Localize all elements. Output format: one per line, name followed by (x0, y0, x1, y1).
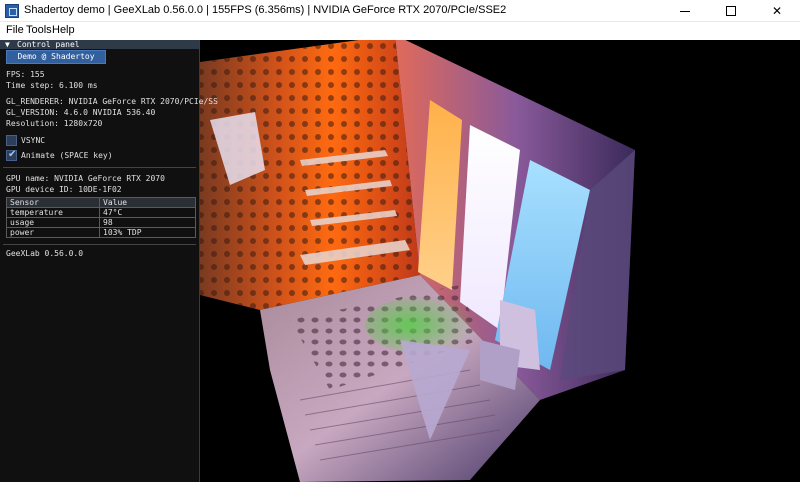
column-header-value: Value (99, 197, 196, 208)
animate-checkbox[interactable]: ✔ (6, 149, 17, 161)
minimize-icon (680, 10, 690, 12)
vsync-label: VSYNC (21, 136, 46, 145)
gpu-name-readout: GPU name: NVIDIA GeForce RTX 2070 (6, 174, 165, 183)
sensor-value: 103% TDP (99, 227, 196, 238)
fps-readout: FPS: 155 (6, 70, 45, 79)
footer-version: GeeXLab 0.56.0.0 (6, 249, 84, 258)
table-row: temperature 47°C (6, 207, 196, 218)
time-step-readout: Time step: 6.100 ms (6, 81, 98, 90)
animate-label: Animate (SPACE key) (21, 151, 113, 160)
control-panel-title: Control panel (17, 40, 80, 49)
gpu-device-id-readout: GPU device ID: 10DE-1F02 (6, 185, 122, 194)
control-panel-header[interactable]: ▼ Control panel (0, 40, 199, 49)
gl-version-readout: GL_VERSION: 4.6.0 NVIDIA 536.40 (6, 108, 156, 117)
column-header-sensor: Sensor (6, 197, 100, 208)
title-bar[interactable]: Shadertoy demo | GeeXLab 0.56.0.0 | 155F… (0, 0, 800, 22)
close-button[interactable]: ✕ (754, 0, 800, 22)
maximize-button[interactable] (708, 0, 754, 22)
sensor-name: temperature (6, 207, 100, 218)
control-panel: ▼ Control panel Demo @ Shadertoy FPS: 15… (0, 40, 218, 482)
gl-renderer-readout: GL_RENDERER: NVIDIA GeForce RTX 2070/PCI… (6, 97, 218, 106)
separator (3, 167, 196, 168)
maximize-icon (726, 6, 736, 16)
menu-file[interactable]: File (6, 24, 24, 36)
separator (3, 244, 196, 245)
sensor-value: 47°C (99, 207, 196, 218)
menu-bar: File Tools Help (0, 22, 800, 40)
resolution-readout: Resolution: 1280x720 (6, 119, 103, 128)
sensor-name: power (6, 227, 100, 238)
close-icon: ✕ (771, 4, 783, 18)
app-icon (5, 4, 19, 18)
table-row: power 103% TDP (6, 227, 196, 238)
vsync-checkbox[interactable] (6, 135, 17, 146)
window-title: Shadertoy demo | GeeXLab 0.56.0.0 | 155F… (24, 4, 507, 16)
sensor-name: usage (6, 217, 100, 228)
minimize-button[interactable] (662, 0, 708, 22)
table-header-row: Sensor Value (6, 197, 196, 208)
sensor-table: Sensor Value temperature 47°C usage 98 p… (6, 197, 196, 238)
demo-shadertoy-button[interactable]: Demo @ Shadertoy (6, 50, 106, 64)
table-row: usage 98 (6, 217, 196, 228)
checkmark-icon: ✔ (8, 149, 17, 160)
menu-help[interactable]: Help (52, 24, 75, 36)
sensor-value: 98 (99, 217, 196, 228)
menu-tools[interactable]: Tools (26, 24, 52, 36)
collapse-arrow-icon[interactable]: ▼ (5, 40, 10, 49)
